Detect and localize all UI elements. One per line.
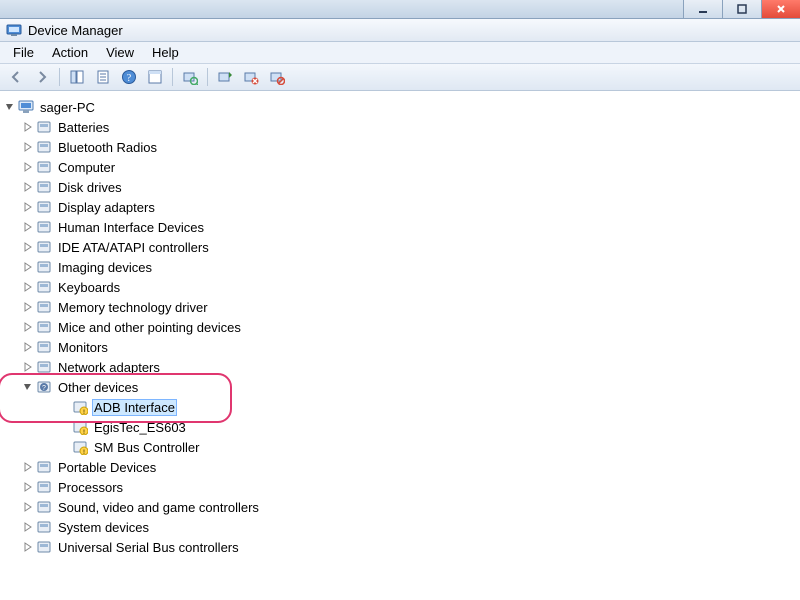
menu-file[interactable]: File	[4, 43, 43, 62]
device-icon	[36, 199, 52, 215]
tree-category[interactable]: Computer	[56, 159, 117, 176]
expand-toggle[interactable]	[22, 341, 34, 353]
details-button[interactable]	[143, 65, 167, 89]
tree-category[interactable]: Human Interface Devices	[56, 219, 206, 236]
scan-hardware-button[interactable]	[178, 65, 202, 89]
window-title: Device Manager	[28, 23, 123, 38]
tree-category[interactable]: Processors	[56, 479, 125, 496]
device-icon	[36, 159, 52, 175]
toolbar: ?	[0, 64, 800, 91]
expand-toggle[interactable]	[22, 241, 34, 253]
tree-category[interactable]: Memory technology driver	[56, 299, 210, 316]
expand-toggle[interactable]	[22, 121, 34, 133]
svg-text:!: !	[83, 450, 85, 455]
menu-help[interactable]: Help	[143, 43, 188, 62]
tree-device[interactable]: ADB Interface	[92, 399, 177, 416]
disable-button[interactable]	[265, 65, 289, 89]
show-hide-tree-button[interactable]	[65, 65, 89, 89]
expand-toggle[interactable]	[22, 541, 34, 553]
device-icon: !	[72, 399, 88, 415]
help-button[interactable]: ?	[117, 65, 141, 89]
device-icon	[36, 219, 52, 235]
tree-device[interactable]: EgisTec_ES603	[92, 419, 188, 436]
expand-toggle[interactable]	[22, 361, 34, 373]
tree-category[interactable]: Display adapters	[56, 199, 157, 216]
minimize-button[interactable]	[683, 0, 722, 18]
device-icon	[36, 179, 52, 195]
expand-toggle[interactable]	[22, 281, 34, 293]
device-icon	[36, 359, 52, 375]
tree-category[interactable]: Keyboards	[56, 279, 122, 296]
device-icon	[36, 459, 52, 475]
tree-device[interactable]: SM Bus Controller	[92, 439, 201, 456]
svg-text:!: !	[83, 430, 85, 435]
expand-toggle[interactable]	[58, 401, 70, 413]
device-icon	[36, 519, 52, 535]
update-driver-button[interactable]	[213, 65, 237, 89]
close-button[interactable]	[761, 0, 800, 18]
expand-toggle[interactable]	[22, 161, 34, 173]
svg-text:?: ?	[127, 73, 132, 84]
device-icon: ?	[36, 379, 52, 395]
tree-category[interactable]: System devices	[56, 519, 151, 536]
expand-toggle[interactable]	[58, 441, 70, 453]
expand-toggle[interactable]	[4, 101, 16, 113]
expand-toggle[interactable]	[22, 321, 34, 333]
device-icon	[36, 139, 52, 155]
toolbar-separator	[207, 68, 208, 86]
toolbar-separator	[59, 68, 60, 86]
expand-toggle[interactable]	[22, 141, 34, 153]
device-icon	[36, 299, 52, 315]
tree-category[interactable]: Network adapters	[56, 359, 162, 376]
expand-toggle[interactable]	[22, 261, 34, 273]
expand-toggle[interactable]	[22, 501, 34, 513]
device-icon	[36, 259, 52, 275]
expand-toggle[interactable]	[22, 381, 34, 393]
menu-bar: File Action View Help	[0, 42, 800, 64]
tree-root[interactable]: sager-PC	[38, 99, 97, 116]
svg-text:!: !	[83, 410, 85, 415]
device-icon	[36, 119, 52, 135]
device-icon: !	[72, 439, 88, 455]
nav-forward-button[interactable]	[30, 65, 54, 89]
tree-category[interactable]: Imaging devices	[56, 259, 154, 276]
expand-toggle[interactable]	[22, 481, 34, 493]
device-icon	[36, 239, 52, 255]
tree-category[interactable]: Mice and other pointing devices	[56, 319, 243, 336]
expand-toggle[interactable]	[22, 461, 34, 473]
device-icon	[36, 499, 52, 515]
device-icon	[18, 99, 34, 115]
expand-toggle[interactable]	[22, 181, 34, 193]
menu-view[interactable]: View	[97, 43, 143, 62]
expand-toggle[interactable]	[58, 421, 70, 433]
maximize-button[interactable]	[722, 0, 761, 18]
device-icon	[36, 279, 52, 295]
toolbar-separator	[172, 68, 173, 86]
properties-button[interactable]	[91, 65, 115, 89]
tree-category[interactable]: Sound, video and game controllers	[56, 499, 261, 516]
tree-category[interactable]: Monitors	[56, 339, 110, 356]
tree-category[interactable]: IDE ATA/ATAPI controllers	[56, 239, 211, 256]
tree-category[interactable]: Other devices	[56, 379, 140, 396]
expand-toggle[interactable]	[22, 201, 34, 213]
nav-back-button[interactable]	[4, 65, 28, 89]
tree-category[interactable]: Batteries	[56, 119, 111, 136]
tree-category[interactable]: Universal Serial Bus controllers	[56, 539, 241, 556]
expand-toggle[interactable]	[22, 301, 34, 313]
device-tree[interactable]: sager-PC Batteries Bluetooth Radios Compute…	[0, 91, 800, 561]
device-icon	[36, 479, 52, 495]
tree-category[interactable]: Portable Devices	[56, 459, 158, 476]
device-icon	[36, 339, 52, 355]
devmgr-icon	[6, 22, 22, 38]
device-icon	[36, 319, 52, 335]
tree-category[interactable]: Bluetooth Radios	[56, 139, 159, 156]
menu-action[interactable]: Action	[43, 43, 97, 62]
tree-category[interactable]: Disk drives	[56, 179, 124, 196]
device-icon: !	[72, 419, 88, 435]
uninstall-button[interactable]	[239, 65, 263, 89]
expand-toggle[interactable]	[22, 221, 34, 233]
svg-text:?: ?	[42, 385, 46, 392]
expand-toggle[interactable]	[22, 521, 34, 533]
device-icon	[36, 539, 52, 555]
